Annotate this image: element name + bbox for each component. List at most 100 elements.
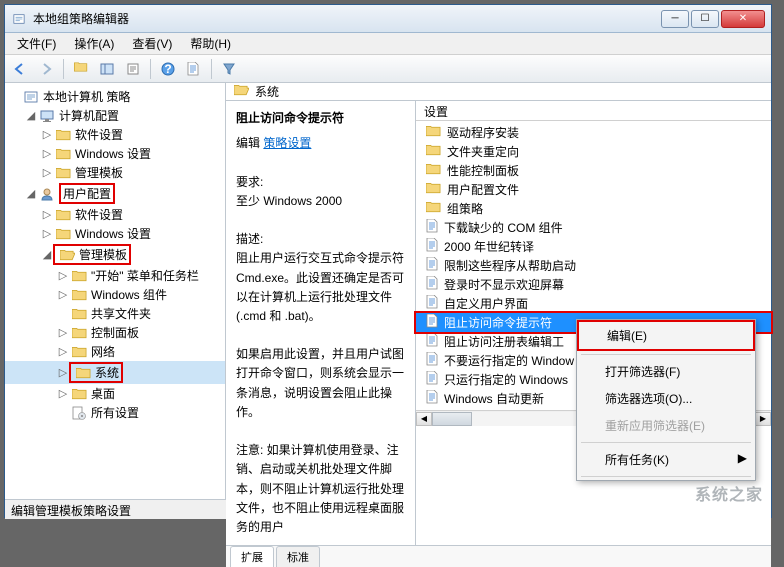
policy-label: 2000 年世纪转译 bbox=[444, 238, 534, 255]
minimize-button[interactable]: ─ bbox=[661, 10, 689, 28]
policy-label: 阻止访问注册表编辑工 bbox=[444, 333, 564, 350]
scroll-left-button[interactable]: ◀ bbox=[416, 412, 432, 426]
menubar: 文件(F) 操作(A) 查看(V) 帮助(H) bbox=[5, 33, 771, 55]
tree-uc-wincmp[interactable]: ▷Windows 组件 bbox=[5, 285, 225, 304]
folder-icon bbox=[426, 201, 441, 216]
tree-user-config[interactable]: ◢用户配置 bbox=[5, 182, 225, 205]
policy-item[interactable]: 组策略 bbox=[416, 199, 771, 218]
maximize-button[interactable]: ☐ bbox=[691, 10, 719, 28]
cm-reapply-filter: 重新应用筛选器(E) bbox=[577, 412, 755, 439]
policy-label: 组策略 bbox=[447, 200, 483, 217]
tree-uc-desk[interactable]: ▷桌面 bbox=[5, 384, 225, 403]
folder-icon bbox=[426, 144, 441, 159]
help-button[interactable]: ? bbox=[157, 58, 179, 80]
policy-item[interactable]: 自定义用户界面 bbox=[416, 294, 771, 313]
policy-doc-icon bbox=[426, 238, 438, 255]
tree-cc-software[interactable]: ▷软件设置 bbox=[5, 125, 225, 144]
req-value: 至少 Windows 2000 bbox=[236, 192, 405, 211]
cm-all-tasks[interactable]: 所有任务(K)▶ bbox=[577, 446, 755, 473]
policy-label: 只运行指定的 Windows bbox=[444, 371, 568, 388]
show-hide-button[interactable] bbox=[96, 58, 118, 80]
edit-label: 编辑 bbox=[236, 136, 260, 150]
desc-p2: 如果启用此设置，并且用户试图打开命令窗口，则系统会显示一条消息，说明设置会阻止此… bbox=[236, 345, 405, 422]
tree-uc-windows[interactable]: ▷Windows 设置 bbox=[5, 224, 225, 243]
policy-item[interactable]: 用户配置文件 bbox=[416, 180, 771, 199]
scroll-right-button[interactable]: ▶ bbox=[755, 412, 771, 426]
export-button[interactable] bbox=[183, 58, 205, 80]
policy-doc-icon bbox=[426, 295, 438, 312]
titlebar[interactable]: 本地组策略编辑器 ─ ☐ ✕ bbox=[5, 5, 771, 33]
policy-label: 文件夹重定向 bbox=[447, 143, 519, 160]
content-header: 系统 bbox=[226, 83, 771, 101]
menu-file[interactable]: 文件(F) bbox=[9, 33, 64, 54]
view-tabs: 扩展 标准 bbox=[226, 545, 771, 567]
policy-doc-icon bbox=[426, 371, 438, 388]
tree-computer-config[interactable]: ◢计算机配置 bbox=[5, 106, 225, 125]
toolbar: ? bbox=[5, 55, 771, 83]
close-button[interactable]: ✕ bbox=[721, 10, 765, 28]
policy-item[interactable]: 下载缺少的 COM 组件 bbox=[416, 218, 771, 237]
policy-doc-icon bbox=[426, 276, 438, 293]
tree-root[interactable]: 本地计算机 策略 bbox=[5, 87, 225, 106]
up-button[interactable] bbox=[70, 58, 92, 80]
policy-doc-icon bbox=[426, 257, 438, 274]
policy-label: 性能控制面板 bbox=[447, 162, 519, 179]
policy-label: 驱动程序安装 bbox=[447, 124, 519, 141]
edit-policy-link[interactable]: 策略设置 bbox=[263, 136, 311, 150]
cm-open-filter[interactable]: 打开筛选器(F) bbox=[577, 358, 755, 385]
policy-label: 不要运行指定的 Window bbox=[444, 352, 574, 369]
tree-uc-share[interactable]: 共享文件夹 bbox=[5, 304, 225, 323]
tree-cc-admin[interactable]: ▷管理模板 bbox=[5, 163, 225, 182]
scroll-thumb[interactable] bbox=[432, 412, 472, 426]
policy-doc-icon bbox=[426, 333, 438, 350]
window-title: 本地组策略编辑器 bbox=[33, 10, 661, 27]
main-window: 本地组策略编辑器 ─ ☐ ✕ 文件(F) 操作(A) 查看(V) 帮助(H) ?… bbox=[4, 4, 772, 518]
detail-pane: 阻止访问命令提示符 编辑 策略设置 要求: 至少 Windows 2000 描述… bbox=[226, 101, 416, 545]
svg-text:?: ? bbox=[164, 62, 171, 76]
folder-icon bbox=[426, 182, 441, 197]
tree-uc-software[interactable]: ▷软件设置 bbox=[5, 205, 225, 224]
content-title: 系统 bbox=[255, 83, 279, 100]
menu-view[interactable]: 查看(V) bbox=[124, 33, 180, 54]
policy-item[interactable]: 性能控制面板 bbox=[416, 161, 771, 180]
policy-doc-icon bbox=[426, 390, 438, 407]
tree-cc-windows[interactable]: ▷Windows 设置 bbox=[5, 144, 225, 163]
cm-edit[interactable]: 编辑(E) bbox=[579, 322, 753, 349]
cm-filter-options[interactable]: 筛选器选项(O)... bbox=[577, 385, 755, 412]
policy-item[interactable]: 文件夹重定向 bbox=[416, 142, 771, 161]
tab-extended[interactable]: 扩展 bbox=[230, 546, 274, 567]
tree-uc-all[interactable]: 所有设置 bbox=[5, 403, 225, 422]
policy-label: 登录时不显示欢迎屏幕 bbox=[444, 276, 564, 293]
properties-button[interactable] bbox=[122, 58, 144, 80]
desc-p3: 注意: 如果计算机使用登录、注销、启动或关机批处理文件脚本，则不阻止计算机运行批… bbox=[236, 441, 405, 537]
policy-label: 下载缺少的 COM 组件 bbox=[444, 219, 563, 236]
folder-icon bbox=[234, 84, 249, 99]
tree-pane[interactable]: 本地计算机 策略 ◢计算机配置 ▷软件设置 ▷Windows 设置 ▷管理模板 … bbox=[5, 83, 226, 499]
desc-p1: 阻止用户运行交互式命令提示符 Cmd.exe。此设置还确定是否可以在计算机上运行… bbox=[236, 249, 405, 326]
req-label: 要求: bbox=[236, 173, 405, 192]
back-button[interactable] bbox=[9, 58, 31, 80]
forward-button[interactable] bbox=[35, 58, 57, 80]
policy-item[interactable]: 限制这些程序从帮助启动 bbox=[416, 256, 771, 275]
detail-title: 阻止访问命令提示符 bbox=[236, 109, 405, 128]
policy-item[interactable]: 2000 年世纪转译 bbox=[416, 237, 771, 256]
menu-help[interactable]: 帮助(H) bbox=[182, 33, 239, 54]
policy-doc-icon bbox=[426, 219, 438, 236]
tree-uc-cpanel[interactable]: ▷控制面板 bbox=[5, 323, 225, 342]
tree-uc-start[interactable]: ▷"开始" 菜单和任务栏 bbox=[5, 266, 225, 285]
filter-button[interactable] bbox=[218, 58, 240, 80]
tree-uc-admin[interactable]: ◢管理模板 bbox=[5, 243, 225, 266]
tree-uc-net[interactable]: ▷网络 bbox=[5, 342, 225, 361]
policy-doc-icon bbox=[426, 314, 438, 331]
desc-label: 描述: bbox=[236, 230, 405, 249]
tab-standard[interactable]: 标准 bbox=[276, 546, 320, 567]
policy-list-pane[interactable]: 设置 驱动程序安装文件夹重定向性能控制面板用户配置文件组策略下载缺少的 COM … bbox=[416, 101, 771, 545]
policy-item[interactable]: 登录时不显示欢迎屏幕 bbox=[416, 275, 771, 294]
policy-item[interactable]: 驱动程序安装 bbox=[416, 123, 771, 142]
policy-label: 限制这些程序从帮助启动 bbox=[444, 257, 576, 274]
menu-action[interactable]: 操作(A) bbox=[66, 33, 122, 54]
policy-label: 自定义用户界面 bbox=[444, 295, 528, 312]
tree-uc-system[interactable]: ▷系统 bbox=[5, 361, 225, 384]
policy-label: 阻止访问命令提示符 bbox=[444, 314, 552, 331]
column-header[interactable]: 设置 bbox=[416, 101, 771, 121]
